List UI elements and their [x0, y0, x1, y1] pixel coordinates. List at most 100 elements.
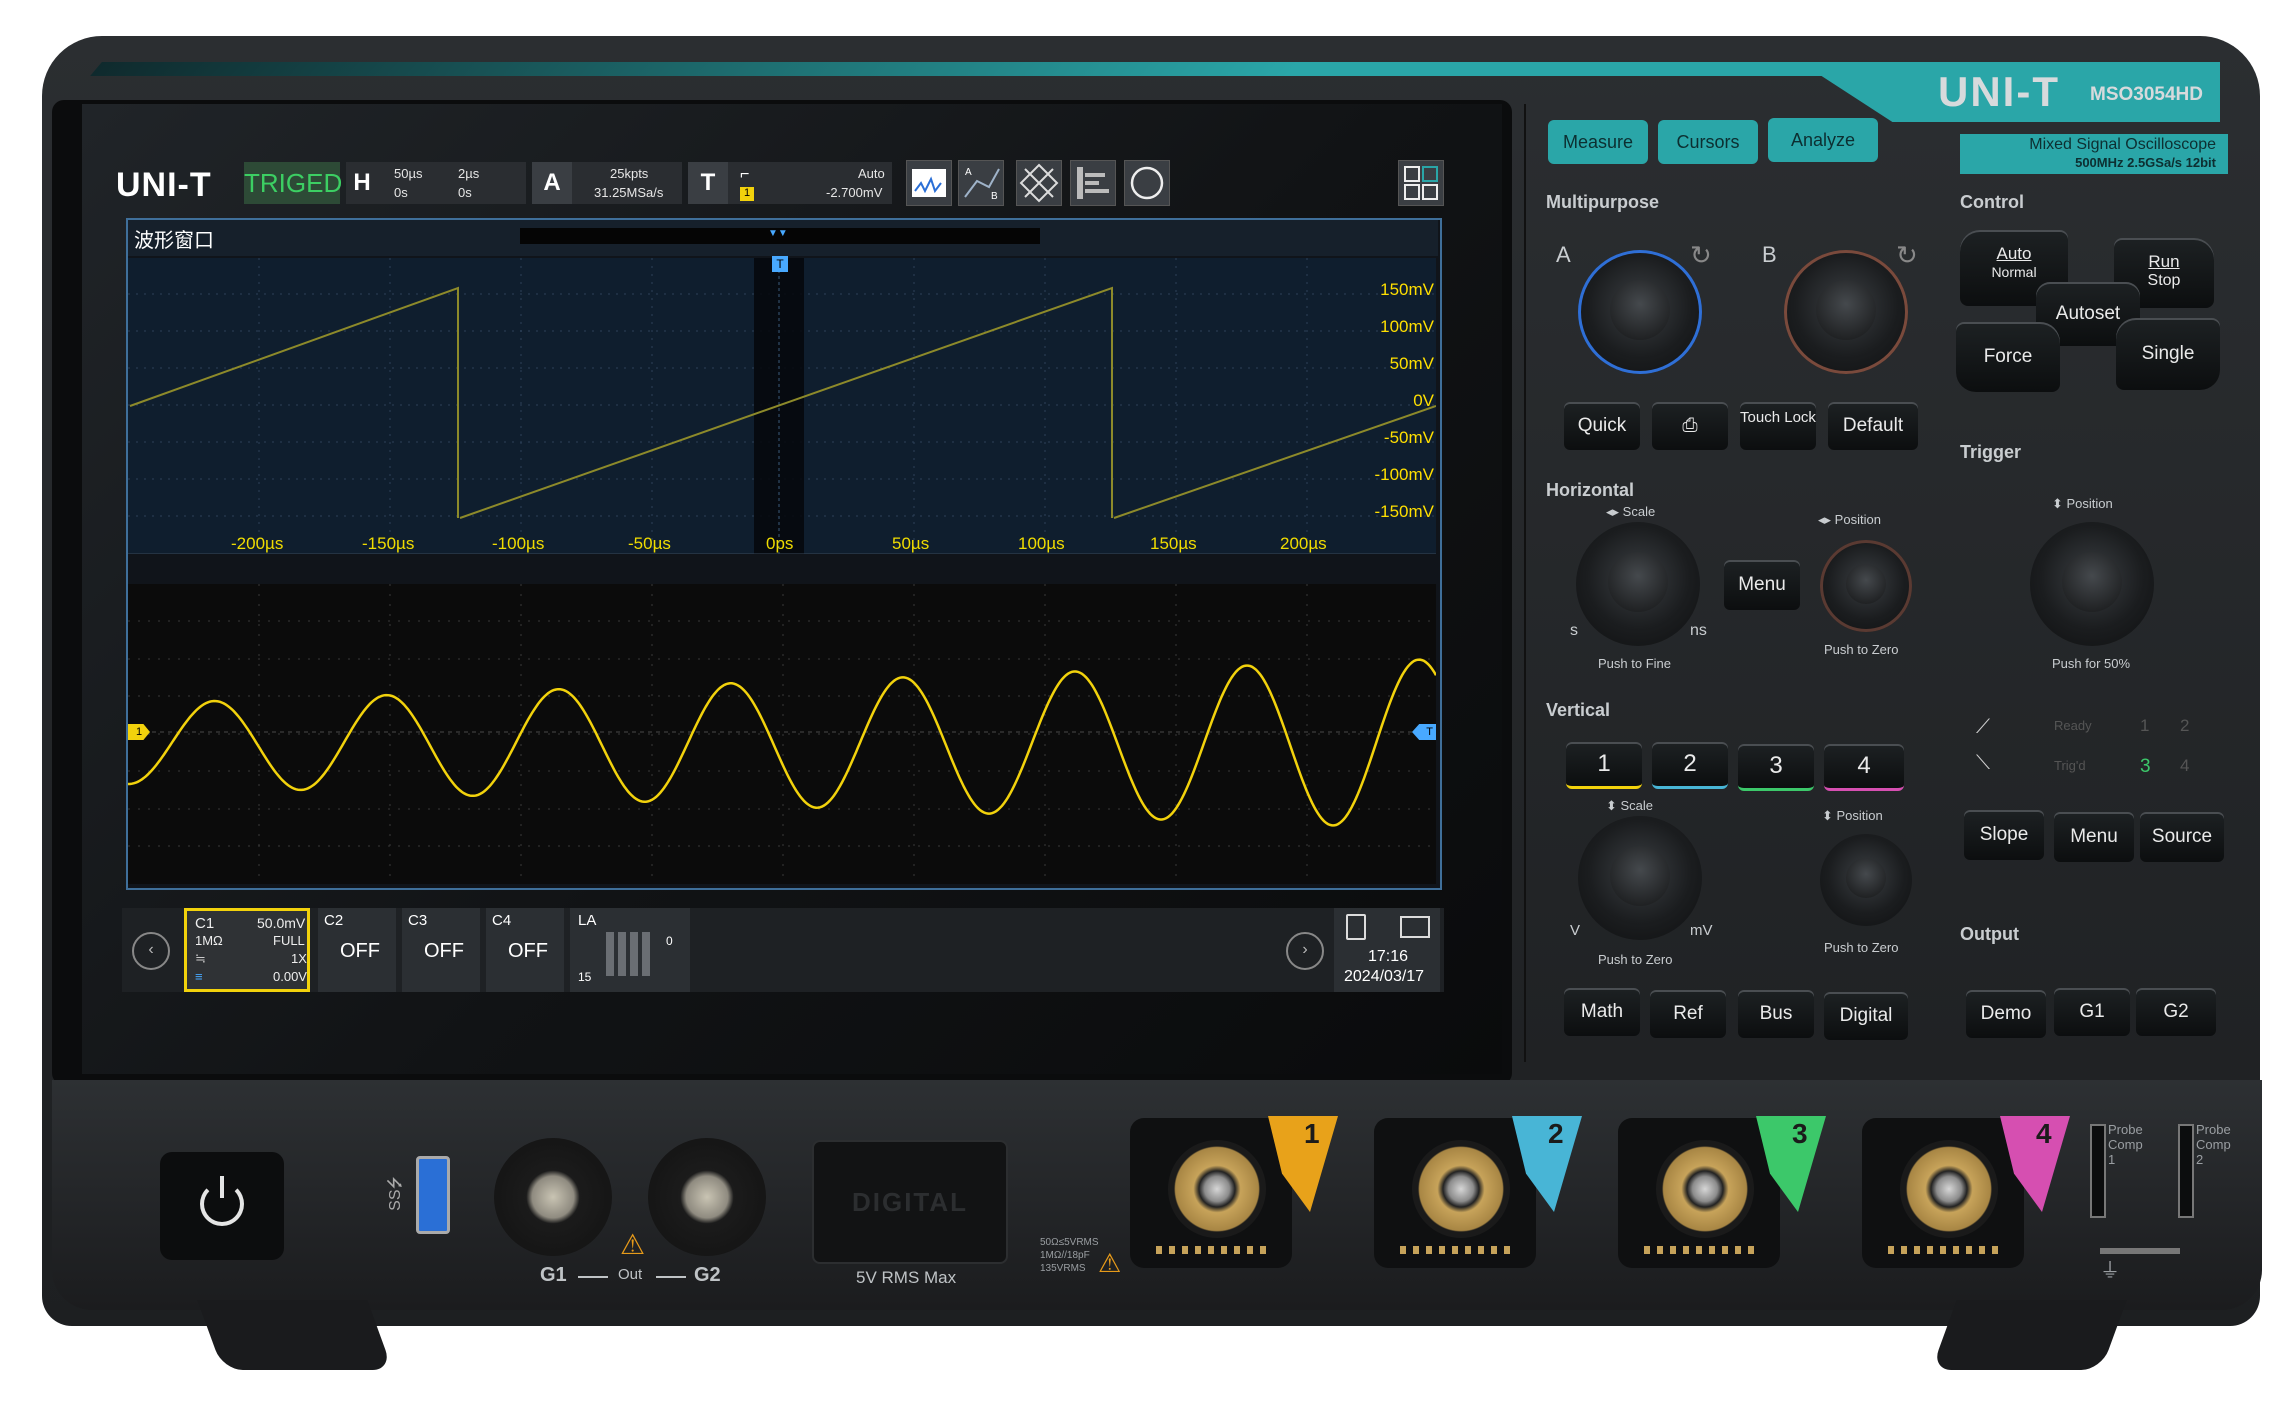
zoom-y-label: 0V	[1413, 391, 1434, 410]
horizontal-status[interactable]: H 50µs 2µs 0s 0s	[346, 162, 526, 204]
channel-1-box[interactable]: C1 50.0mV 1MΩ FULL ≒ 1X ≡ 0.00V	[184, 908, 310, 992]
analyze-button[interactable]: Analyze	[1768, 118, 1878, 162]
warning-icon: ⚠	[1098, 1248, 1122, 1278]
trigger-level-knob[interactable]	[2030, 522, 2154, 646]
v-position-knob-cap	[1846, 858, 1886, 898]
v-push-to-zero-left: Push to Zero	[1598, 952, 1673, 967]
probe-pins	[1888, 1246, 1998, 1254]
math-button[interactable]: Math	[1564, 988, 1640, 1036]
g1-button[interactable]: G1	[2054, 988, 2130, 1036]
g2-label: G2	[694, 1264, 721, 1286]
quick-button[interactable]: Quick	[1564, 402, 1640, 450]
demo-button[interactable]: Demo	[1966, 990, 2046, 1038]
h-scale-label: ◂▸ Scale	[1606, 504, 1656, 519]
single-button[interactable]: Single	[2116, 318, 2220, 390]
power-button[interactable]	[160, 1152, 284, 1260]
layout-grid-icon[interactable]	[1398, 160, 1444, 206]
search-icon[interactable]	[1124, 160, 1170, 206]
cursors-button[interactable]: Cursors	[1658, 120, 1758, 164]
channel-2-bnc	[1412, 1140, 1510, 1238]
slope-button[interactable]: Slope	[1964, 810, 2044, 860]
main-plot[interactable]	[128, 584, 1438, 884]
measure-waveform-icon[interactable]	[906, 160, 952, 206]
channel-4-bnc	[1900, 1140, 1998, 1238]
channel-2-name: C2	[324, 912, 344, 929]
source-button[interactable]: Source	[2140, 812, 2224, 862]
acquire-rate: 31.25MSa/s	[594, 185, 664, 200]
probe-comp-2-label: Probe Comp 2	[2196, 1122, 2231, 1167]
digital-rating: 5V RMS Max	[856, 1268, 957, 1287]
digital-port[interactable]: DIGITAL	[812, 1140, 1008, 1264]
channel-1-button[interactable]: 1	[1566, 742, 1642, 789]
cursor-icon[interactable]: AB	[958, 160, 1004, 206]
channel-4-button[interactable]: 4	[1824, 744, 1904, 791]
probe-comp-2-terminal[interactable]	[2178, 1124, 2194, 1218]
measure-button[interactable]: Measure	[1548, 120, 1648, 164]
g2-bnc-connector[interactable]	[648, 1138, 766, 1256]
g1-bnc-connector[interactable]	[494, 1138, 612, 1256]
falling-slope-icon: ⟍	[1976, 752, 1990, 774]
screen-logo: UNI-T	[116, 166, 212, 204]
horizontal-position-knob[interactable]	[1820, 540, 1912, 632]
push-to-fine-label: Push to Fine	[1598, 656, 1671, 671]
trigger-menu-button[interactable]: Menu	[2054, 812, 2134, 862]
g2-button[interactable]: G2	[2136, 988, 2216, 1036]
chevron-left-icon[interactable]: ‹	[132, 932, 170, 970]
horizontal-pos2: 0s	[458, 185, 472, 200]
trigger-status-box[interactable]: T ⌐ 1 Auto -2.700mV	[688, 162, 892, 204]
multipurpose-knob-a[interactable]	[1578, 250, 1702, 374]
zoom-trigger-marker[interactable]: T	[772, 256, 788, 272]
channel-3-button[interactable]: 3	[1738, 744, 1814, 791]
probe-comp-1-terminal[interactable]	[2090, 1124, 2106, 1218]
knob-b-label: B	[1762, 242, 1777, 267]
acquire-status[interactable]: A 25kpts 31.25MSa/s	[532, 162, 682, 204]
zoom-position-bar[interactable]: ▼▼	[520, 228, 1040, 244]
zoom-x-label: 200µs	[1280, 534, 1327, 553]
bus-button[interactable]: Bus	[1738, 990, 1814, 1038]
print-button[interactable]: ⎙	[1652, 402, 1728, 450]
ground-icon: ⏚	[2100, 1260, 2120, 1282]
digital-button[interactable]: Digital	[1824, 992, 1908, 1040]
channel-2-box[interactable]: C2 OFF	[318, 908, 396, 992]
channel-1-input[interactable]	[1130, 1118, 1292, 1268]
zoom-x-label: 50µs	[892, 534, 930, 553]
system-status-box[interactable]: 17:16 2024/03/17	[1334, 908, 1440, 992]
zoom-window-marker: ▼▼	[768, 228, 788, 239]
horizontal-menu-button[interactable]: Menu	[1724, 560, 1800, 610]
ready-num-1: 1	[2140, 716, 2150, 735]
h-push-to-zero-label: Push to Zero	[1824, 642, 1899, 657]
vertical-position-knob[interactable]	[1820, 834, 1912, 926]
zoom-y-label: -100mV	[1374, 465, 1434, 484]
horizontal-scale-knob[interactable]	[1576, 522, 1700, 646]
ready-num-2: 2	[2180, 716, 2190, 735]
ref-button[interactable]: Ref	[1650, 990, 1726, 1038]
channel-3-number: 3	[1792, 1118, 1808, 1149]
channel-2-button[interactable]: 2	[1652, 742, 1728, 789]
acquire-memory: 25kpts	[610, 166, 649, 181]
zoom-y-label: 150mV	[1380, 280, 1434, 299]
h-scale-knob-cap	[1608, 552, 1668, 612]
zoom-y-label: -150mV	[1374, 502, 1434, 521]
channel-4-input[interactable]	[1862, 1118, 2024, 1268]
channel-4-box[interactable]: C4 OFF	[486, 908, 564, 992]
zoom-x-label: -100µs	[492, 534, 545, 553]
histogram-icon[interactable]	[1070, 160, 1116, 206]
vertical-scale-knob[interactable]	[1578, 816, 1702, 940]
default-button[interactable]: Default	[1828, 402, 1918, 450]
force-button[interactable]: Force	[1956, 322, 2060, 392]
logic-analyzer-box[interactable]: LA 0 15	[570, 908, 690, 992]
touch-lock-button[interactable]: Touch Lock	[1740, 402, 1816, 450]
channel-2-number: 2	[1548, 1118, 1564, 1149]
channel-3-input[interactable]	[1618, 1118, 1780, 1268]
multipurpose-knob-b[interactable]	[1784, 250, 1908, 374]
channel-3-state: OFF	[424, 940, 464, 962]
chevron-right-icon[interactable]: ›	[1286, 932, 1324, 970]
zoom-plot[interactable]	[128, 258, 1437, 555]
usb-port[interactable]	[416, 1156, 450, 1234]
channel-3-box[interactable]: C3 OFF	[402, 908, 480, 992]
xy-pattern-icon[interactable]	[1016, 160, 1062, 206]
right-foot	[1931, 1300, 2127, 1370]
probe-pins	[1644, 1246, 1754, 1254]
channel-2-input[interactable]	[1374, 1118, 1536, 1268]
trigger-label: T	[688, 162, 728, 204]
